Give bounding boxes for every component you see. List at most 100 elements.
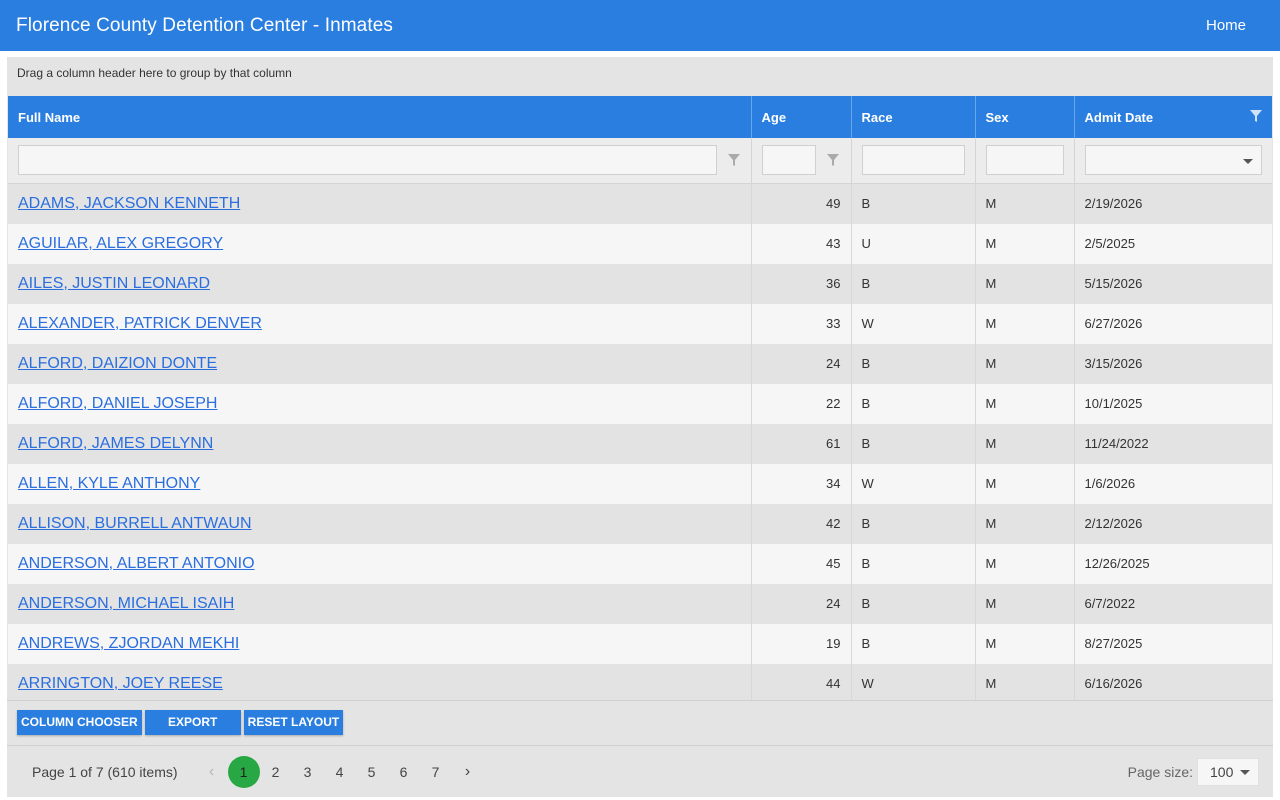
table-row: ALLISON, BURRELL ANTWAUN 42 B M 2/12/2026	[8, 503, 1272, 544]
column-header-admit-date[interactable]: Admit Date	[1074, 96, 1272, 138]
export-button[interactable]: EXPORT	[144, 710, 241, 735]
table-row: AGUILAR, ALEX GREGORY 43 U M 2/5/2025	[8, 223, 1272, 264]
admit-date-cell: 10/1/2025	[1074, 383, 1272, 424]
race-filter-input[interactable]	[861, 145, 965, 176]
name-cell: ARRINGTON, JOEY REESE	[8, 663, 752, 700]
age-cell: 22	[751, 383, 852, 424]
page-number-button[interactable]: 7	[420, 756, 452, 788]
inmate-name-link[interactable]: AGUILAR, ALEX GREGORY	[18, 235, 223, 252]
filter-row	[8, 138, 1272, 184]
page-number-button[interactable]: 3	[292, 756, 324, 788]
age-filter-input[interactable]	[761, 145, 816, 176]
home-link[interactable]: Home	[1206, 17, 1246, 34]
race-cell: B	[851, 543, 976, 584]
chevron-down-icon	[1240, 769, 1250, 775]
admit-date-cell: 6/27/2026	[1074, 303, 1272, 344]
pager-summary: Page 1 of 7 (610 items)	[32, 763, 178, 780]
inmate-name-link[interactable]: ALLISON, BURRELL ANTWAUN	[18, 515, 252, 532]
admit-date-cell: 5/15/2026	[1074, 263, 1272, 304]
inmate-name-link[interactable]: ARRINGTON, JOEY REESE	[18, 675, 223, 692]
admit-date-cell: 2/12/2026	[1074, 503, 1272, 544]
age-cell: 61	[751, 423, 852, 464]
race-cell: B	[851, 183, 976, 224]
inmate-name-link[interactable]: ALFORD, DANIEL JOSEPH	[18, 395, 217, 412]
column-header-row: Full Name Age Race Sex Admit Date	[8, 96, 1272, 138]
grid-body[interactable]: ADAMS, JACKSON KENNETH 49 B M 2/19/2026 AGUIL…	[7, 183, 1273, 700]
page-number-button[interactable]: 4	[324, 756, 356, 788]
race-cell: W	[851, 463, 976, 504]
filter-icon[interactable]	[826, 154, 839, 167]
pager-nav: ‹ 1 2 3 4 5 6 7 ›	[196, 755, 484, 788]
sex-cell: M	[975, 183, 1075, 224]
name-cell: ADAMS, JACKSON KENNETH	[8, 183, 752, 224]
sex-cell: M	[975, 543, 1075, 584]
admit-date-cell: 2/19/2026	[1074, 183, 1272, 224]
race-cell: W	[851, 303, 976, 344]
name-cell: ALEXANDER, PATRICK DENVER	[8, 303, 752, 344]
age-cell: 19	[751, 623, 852, 664]
page-number-button[interactable]: 2	[260, 756, 292, 788]
inmate-name-link[interactable]: ANDREWS, ZJORDAN MEKHI	[18, 635, 239, 652]
sex-cell: M	[975, 343, 1075, 384]
column-header-race[interactable]: Race	[851, 96, 976, 138]
table-row: ALFORD, JAMES DELYNN 61 B M 11/24/2022	[8, 423, 1272, 464]
admit-date-cell: 11/24/2022	[1074, 423, 1272, 464]
page-number-button[interactable]: 5	[356, 756, 388, 788]
age-cell: 43	[751, 223, 852, 264]
age-cell: 49	[751, 183, 852, 224]
page-number-button[interactable]: 6	[388, 756, 420, 788]
admit-date-cell: 2/5/2025	[1074, 223, 1272, 264]
age-cell: 44	[751, 663, 852, 700]
sex-cell: M	[975, 383, 1075, 424]
inmate-name-link[interactable]: ANDERSON, ALBERT ANTONIO	[18, 555, 255, 572]
inmate-name-link[interactable]: ALEXANDER, PATRICK DENVER	[18, 315, 262, 332]
name-cell: ALFORD, JAMES DELYNN	[8, 423, 752, 464]
inmate-name-link[interactable]: ADAMS, JACKSON KENNETH	[18, 195, 240, 212]
sex-filter-input[interactable]	[985, 145, 1064, 176]
full-name-filter-input[interactable]	[18, 145, 717, 176]
name-cell: ALLISON, BURRELL ANTWAUN	[8, 503, 752, 544]
table-row: ALEXANDER, PATRICK DENVER 33 W M 6/27/2026	[8, 303, 1272, 344]
column-header-age[interactable]: Age	[751, 96, 852, 138]
sex-cell: M	[975, 263, 1075, 304]
name-cell: ANDERSON, MICHAEL ISAIH	[8, 583, 752, 624]
race-cell: B	[851, 383, 976, 424]
sex-cell: M	[975, 223, 1075, 264]
race-cell: B	[851, 423, 976, 464]
age-cell: 36	[751, 263, 852, 304]
age-cell: 33	[751, 303, 852, 344]
column-chooser-button[interactable]: COLUMN CHOOSER	[17, 710, 142, 735]
grid-body-table: ADAMS, JACKSON KENNETH 49 B M 2/19/2026 AGUIL…	[8, 183, 1272, 700]
inmate-name-link[interactable]: ANDERSON, MICHAEL ISAIH	[18, 595, 234, 612]
app-header: Florence County Detention Center - Inmat…	[0, 0, 1280, 51]
page-number-button[interactable]: 1	[227, 755, 260, 788]
filter-icon[interactable]	[728, 154, 740, 167]
table-row: ANDERSON, MICHAEL ISAIH 24 B M 6/7/2022	[8, 583, 1272, 624]
page-size-select[interactable]: 100	[1197, 757, 1259, 786]
sex-cell: M	[975, 463, 1075, 504]
inmate-name-link[interactable]: ALLEN, KYLE ANTHONY	[18, 475, 200, 492]
table-row: ANDERSON, ALBERT ANTONIO 45 B M 12/26/2025	[8, 543, 1272, 584]
group-panel[interactable]: Drag a column header here to group by th…	[7, 57, 1273, 96]
name-cell: ALFORD, DAIZION DONTE	[8, 343, 752, 384]
sex-cell: M	[975, 663, 1075, 700]
age-cell: 24	[751, 343, 852, 384]
column-header-full-name[interactable]: Full Name	[8, 96, 752, 138]
admit-date-filter-select[interactable]	[1084, 145, 1262, 176]
table-row: ALFORD, DANIEL JOSEPH 22 B M 10/1/2025	[8, 383, 1272, 424]
page-size-label: Page size:	[1127, 763, 1193, 780]
race-cell: B	[851, 623, 976, 664]
filter-icon[interactable]	[1250, 110, 1262, 122]
inmate-name-link[interactable]: ALFORD, DAIZION DONTE	[18, 355, 217, 372]
admit-date-cell: 6/7/2022	[1074, 583, 1272, 624]
chevron-right-icon[interactable]: ›	[452, 763, 484, 781]
name-cell: AILES, JUSTIN LEONARD	[8, 263, 752, 304]
column-header-sex[interactable]: Sex	[975, 96, 1075, 138]
admit-date-cell: 12/26/2025	[1074, 543, 1272, 584]
reset-layout-button[interactable]: RESET LAYOUT	[243, 710, 344, 735]
inmate-name-link[interactable]: ALFORD, JAMES DELYNN	[18, 435, 213, 452]
chevron-left-icon[interactable]: ‹	[196, 763, 228, 781]
inmate-name-link[interactable]: AILES, JUSTIN LEONARD	[18, 275, 210, 292]
admit-date-cell: 1/6/2026	[1074, 463, 1272, 504]
race-cell: B	[851, 343, 976, 384]
